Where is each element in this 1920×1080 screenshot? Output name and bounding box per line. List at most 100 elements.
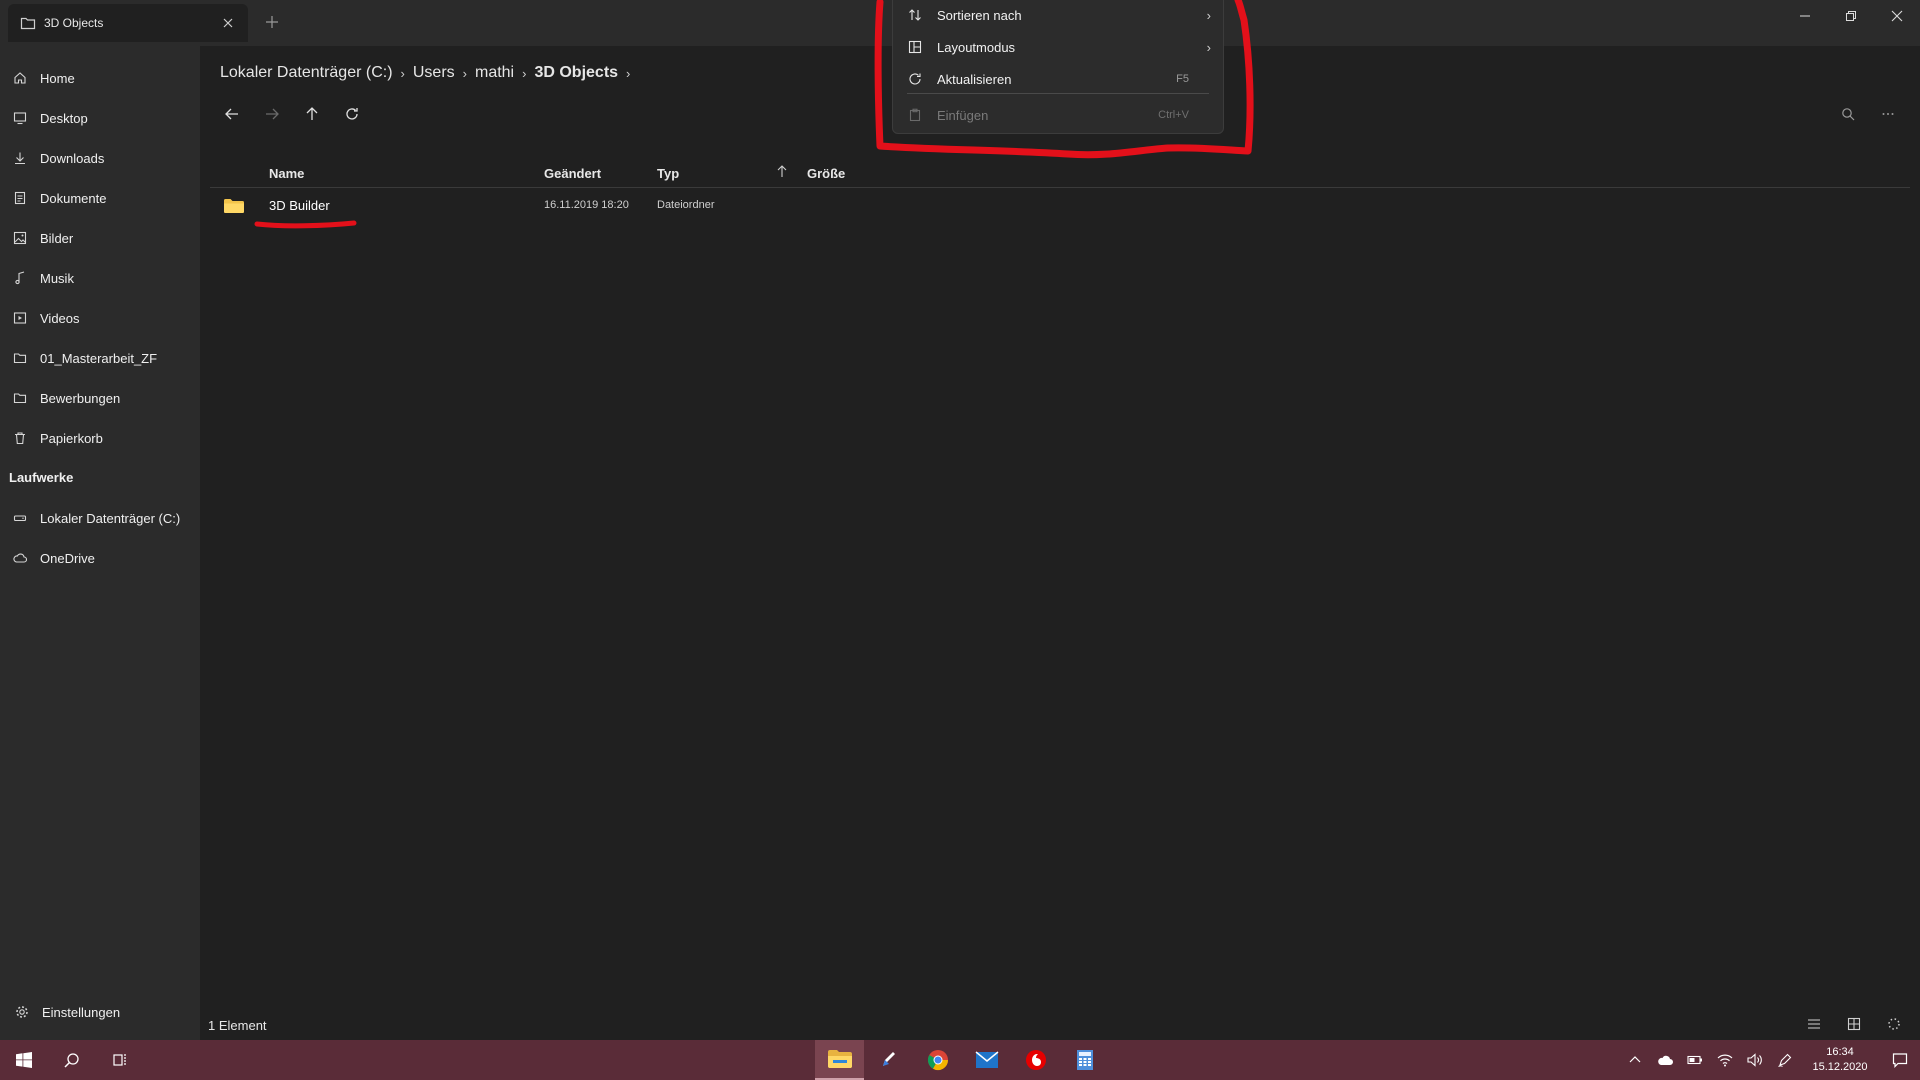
forward-arrow-icon[interactable] bbox=[260, 102, 284, 126]
sidebar-item-label: Dokumente bbox=[40, 190, 107, 206]
tab-title: 3D Objects bbox=[44, 16, 104, 30]
more-options-icon[interactable] bbox=[1876, 102, 1900, 126]
breadcrumb-current[interactable]: 3D Objects bbox=[534, 64, 618, 82]
file-type: Dateiordner bbox=[657, 199, 715, 211]
onedrive-cloud-icon[interactable] bbox=[1650, 1040, 1680, 1080]
sidebar-item-home[interactable]: Home bbox=[0, 60, 200, 96]
folder-icon bbox=[20, 15, 36, 31]
drives-heading: Laufwerke bbox=[9, 470, 74, 485]
chevron-right-icon: › bbox=[522, 65, 527, 81]
file-explorer-icon[interactable] bbox=[815, 1040, 864, 1080]
sidebar-item-label: OneDrive bbox=[40, 550, 95, 566]
details-view-icon[interactable] bbox=[1804, 1014, 1824, 1034]
column-header-modified[interactable]: Geändert bbox=[544, 166, 601, 181]
sidebar-item-musik[interactable]: Musik bbox=[0, 260, 200, 296]
taskbar: 16:34 15.12.2020 bbox=[0, 1040, 1920, 1080]
sidebar-item-label: Videos bbox=[40, 310, 80, 326]
music-icon bbox=[12, 270, 28, 286]
home-icon bbox=[12, 70, 28, 86]
mail-icon[interactable] bbox=[962, 1040, 1011, 1080]
settings-button[interactable]: Einstellungen bbox=[0, 994, 200, 1030]
chevron-right-icon[interactable]: › bbox=[626, 66, 630, 81]
sidebar-item-local-drive[interactable]: Lokaler Datenträger (C:) bbox=[0, 500, 200, 536]
annotation-highlight bbox=[874, 0, 1254, 159]
refresh-icon[interactable] bbox=[340, 102, 364, 126]
folder-icon bbox=[12, 390, 28, 406]
navigation-toolbar bbox=[220, 102, 380, 126]
close-tab-icon[interactable] bbox=[220, 15, 236, 31]
close-window-icon[interactable] bbox=[1874, 0, 1920, 32]
notification-icon[interactable] bbox=[1880, 1040, 1920, 1080]
desktop-icon bbox=[12, 110, 28, 126]
taskbar-time: 16:34 bbox=[1826, 1046, 1854, 1058]
vodafone-icon[interactable] bbox=[1011, 1040, 1060, 1080]
sidebar-item-label: Desktop bbox=[40, 110, 88, 126]
breadcrumb-item[interactable]: mathi bbox=[475, 64, 514, 82]
sidebar-item-label: Lokaler Datenträger (C:) bbox=[40, 510, 181, 526]
pen-tray-icon[interactable] bbox=[1770, 1040, 1800, 1080]
drive-icon bbox=[12, 510, 28, 526]
breadcrumb: Lokaler Datenträger (C:) › Users › mathi… bbox=[220, 64, 638, 82]
new-tab-icon[interactable] bbox=[262, 12, 282, 32]
column-header-type[interactable]: Typ bbox=[657, 166, 679, 181]
sort-ascending-icon[interactable] bbox=[776, 164, 788, 181]
sidebar-item-downloads[interactable]: Downloads bbox=[0, 140, 200, 176]
sidebar-item-label: 01_Masterarbeit_ZF bbox=[40, 350, 158, 366]
sidebar-item-label: Musik bbox=[40, 270, 74, 286]
sidebar-item-videos[interactable]: Videos bbox=[0, 300, 200, 336]
table-row[interactable]: 3D Builder 16.11.2019 18:20 Dateiordner bbox=[210, 192, 1910, 220]
cloud-icon bbox=[12, 550, 28, 566]
gear-icon bbox=[14, 1004, 30, 1020]
video-icon bbox=[12, 310, 28, 326]
sidebar-item-onedrive[interactable]: OneDrive bbox=[0, 540, 200, 576]
volume-icon[interactable] bbox=[1740, 1040, 1770, 1080]
document-icon bbox=[12, 190, 28, 206]
sidebar-item-label: Home bbox=[40, 70, 75, 86]
folder-icon bbox=[12, 350, 28, 366]
sidebar-item-label: Downloads bbox=[40, 150, 105, 166]
file-explorer-window: 3D Objects Home Desktop Downloads Dokume… bbox=[0, 0, 1920, 1040]
download-icon bbox=[12, 150, 28, 166]
sidebar: Home Desktop Downloads Dokumente Bilder … bbox=[0, 46, 200, 1040]
sidebar-item-dokumente[interactable]: Dokumente bbox=[0, 180, 200, 216]
column-header-name[interactable]: Name bbox=[269, 166, 304, 181]
pen-app-icon[interactable] bbox=[864, 1040, 913, 1080]
taskbar-date: 15.12.2020 bbox=[1812, 1061, 1868, 1073]
windows-start-icon[interactable] bbox=[0, 1040, 48, 1080]
taskbar-clock[interactable]: 16:34 15.12.2020 bbox=[1800, 1045, 1880, 1075]
recycle-bin-icon bbox=[12, 430, 28, 446]
sidebar-item-bilder[interactable]: Bilder bbox=[0, 220, 200, 256]
layout-icon[interactable] bbox=[1844, 1014, 1864, 1034]
chevron-right-icon: › bbox=[462, 65, 467, 81]
file-name[interactable]: 3D Builder bbox=[269, 198, 330, 213]
breadcrumb-item[interactable]: Lokaler Datenträger (C:) bbox=[220, 64, 393, 82]
tab-3d-objects[interactable]: 3D Objects bbox=[8, 4, 248, 42]
up-arrow-icon[interactable] bbox=[300, 102, 324, 126]
file-modified: 16.11.2019 18:20 bbox=[544, 199, 629, 211]
column-header-size[interactable]: Größe bbox=[807, 166, 845, 181]
picture-icon bbox=[12, 230, 28, 246]
loading-icon bbox=[1884, 1014, 1904, 1034]
chevron-up-icon[interactable] bbox=[1620, 1040, 1650, 1080]
breadcrumb-item[interactable]: Users bbox=[413, 64, 455, 82]
sidebar-item-masterarbeit[interactable]: 01_Masterarbeit_ZF bbox=[0, 340, 200, 376]
search-icon[interactable] bbox=[1836, 102, 1860, 126]
search-icon[interactable] bbox=[48, 1040, 96, 1080]
chevron-right-icon: › bbox=[400, 65, 405, 81]
status-count: 1 Element bbox=[208, 1017, 267, 1033]
chrome-icon[interactable] bbox=[913, 1040, 962, 1080]
calculator-icon[interactable] bbox=[1060, 1040, 1109, 1080]
sidebar-item-desktop[interactable]: Desktop bbox=[0, 100, 200, 136]
annotation-underline bbox=[254, 220, 357, 229]
task-view-icon[interactable] bbox=[96, 1040, 144, 1080]
minimize-icon[interactable] bbox=[1782, 0, 1828, 32]
folder-icon bbox=[224, 199, 244, 213]
battery-icon[interactable] bbox=[1680, 1040, 1710, 1080]
sidebar-item-label: Bilder bbox=[40, 230, 74, 246]
sidebar-item-bewerbungen[interactable]: Bewerbungen bbox=[0, 380, 200, 416]
restore-icon[interactable] bbox=[1828, 0, 1874, 32]
back-arrow-icon[interactable] bbox=[220, 102, 244, 126]
sidebar-item-papierkorb[interactable]: Papierkorb bbox=[0, 420, 200, 456]
settings-label: Einstellungen bbox=[42, 1004, 121, 1020]
wifi-icon[interactable] bbox=[1710, 1040, 1740, 1080]
